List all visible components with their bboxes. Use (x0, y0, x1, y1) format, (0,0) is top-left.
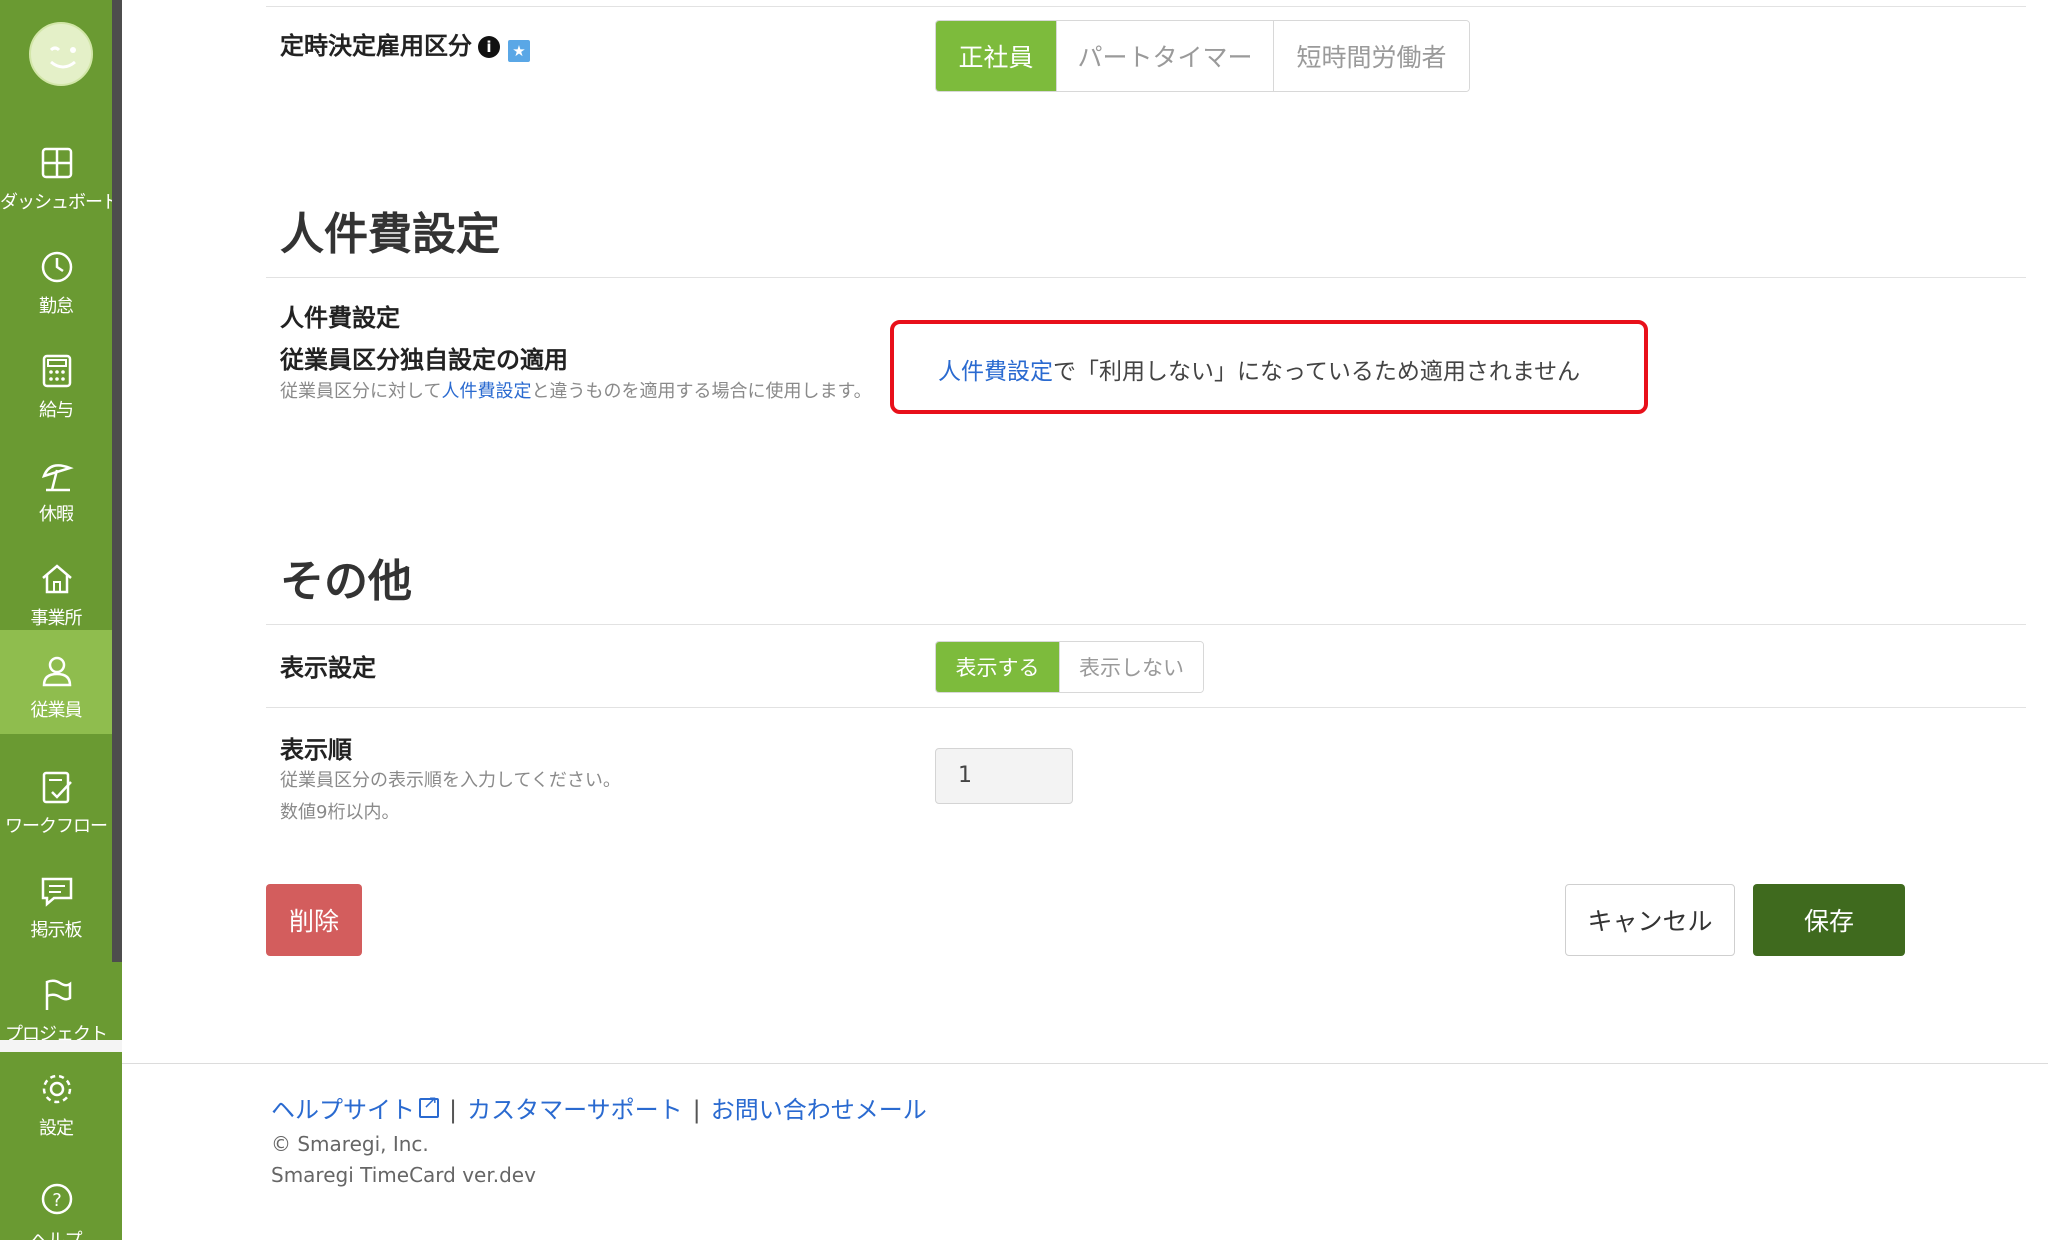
customer-support-link[interactable]: カスタマーサポート (467, 1096, 683, 1124)
sidebar-item-label: ダッシュボード (0, 192, 120, 213)
fixed-employment-toggle: 正社員 パートタイマー 短時間労働者 (935, 20, 1470, 92)
display-order-help-2: 数値9桁以内。 (280, 802, 400, 823)
sidebar-item-attendance[interactable]: 勤怠 (0, 226, 112, 330)
option-short-time-worker[interactable]: 短時間労働者 (1273, 21, 1469, 91)
sidebar-item-vacation[interactable]: 休暇 (0, 434, 112, 538)
labor-cost-apply-label: 従業員区分独自設定の適用 (280, 346, 568, 374)
notice-labor-cost-link[interactable]: 人件費設定 (938, 359, 1053, 385)
parasol-icon (41, 464, 74, 492)
divider (266, 624, 2026, 625)
display-order-input[interactable]: 1 (935, 748, 1073, 804)
option-show[interactable]: 表示する (936, 642, 1059, 692)
copyright-text: © Smaregi, Inc. (271, 1132, 429, 1156)
sidebar-bottom: 設定 ? ヘルプ (0, 1052, 122, 1251)
app-logo[interactable] (29, 22, 93, 86)
cancel-button[interactable]: キャンセル (1565, 884, 1735, 956)
sidebar-item-settings[interactable]: 設定 (0, 1052, 112, 1156)
sidebar-item-office[interactable]: 事業所 (0, 538, 112, 642)
not-applied-notice: 人件費設定で「利用しない」になっているため適用されません (890, 320, 1648, 414)
divider (266, 707, 2026, 708)
save-button[interactable]: 保存 (1753, 884, 1905, 956)
star-icon: ★ (508, 40, 530, 62)
sidebar-item-label: 設定 (39, 1118, 74, 1139)
gear-icon (42, 1074, 72, 1104)
option-part-timer[interactable]: パートタイマー (1056, 21, 1273, 91)
clipboard-check-icon (42, 771, 72, 804)
help-text-prefix: 従業員区分に対して (280, 381, 442, 402)
version-text: Smaregi TimeCard ver.dev (271, 1163, 536, 1187)
option-regular-employee[interactable]: 正社員 (936, 21, 1056, 91)
sidebar-scrollbar[interactable] (112, 0, 122, 962)
dashboard-icon (41, 147, 73, 179)
display-setting-toggle: 表示する 表示しない (935, 641, 1204, 693)
sidebar-item-label: 勤怠 (39, 296, 74, 317)
labor-cost-field-label: 人件費設定 (280, 304, 400, 332)
sidebar-divider (0, 1040, 122, 1052)
labor-cost-help: 従業員区分に対して人件費設定と違うものを適用する場合に使用します。 (280, 376, 880, 408)
home-icon (42, 564, 72, 594)
sidebar-item-help[interactable]: ? ヘルプ (0, 1156, 112, 1260)
clock-icon (41, 251, 73, 283)
sidebar-item-label: 給与 (39, 400, 74, 421)
sidebar-item-dashboard[interactable]: ダッシュボード (0, 122, 120, 226)
footer-copyright: © Smaregi, Inc. Smaregi TimeCard ver.dev (271, 1129, 536, 1191)
svg-text:?: ? (52, 1190, 62, 1211)
fixed-employment-label: 定時決定雇用区分 i ★ (280, 26, 530, 62)
main-content: 定時決定雇用区分 i ★ 正社員 パートタイマー 短時間労働者 人件費設定 人件費設… (122, 0, 2048, 1240)
chat-icon (41, 877, 73, 907)
display-order-help-1: 従業員区分の表示順を入力してください。 (280, 770, 621, 791)
calculator-icon (42, 354, 72, 388)
help-icon: ? (41, 1183, 73, 1215)
notice-message: で「利用しない」になっているため適用されません (1053, 359, 1581, 385)
sidebar-item-workflow[interactable]: ワークフロー (0, 746, 112, 850)
divider (266, 6, 2026, 7)
footer-separator: | (692, 1096, 701, 1124)
footer-divider (122, 1063, 2048, 1064)
person-icon (42, 656, 72, 687)
sidebar-item-label: 従業員 (30, 700, 83, 721)
sidebar: ダッシュボード 勤怠 給与 休暇 事業所 従業員 ワークフロー 掲示板 プロジェ… (0, 0, 122, 1251)
notice-text: 人件費設定で「利用しない」になっているため適用されません (938, 352, 1580, 386)
sidebar-item-label: 休暇 (39, 504, 74, 525)
sidebar-item-label: ヘルプ (30, 1230, 83, 1251)
help-site-link[interactable]: ヘルプサイト (271, 1096, 415, 1124)
sidebar-item-payroll[interactable]: 給与 (0, 330, 112, 434)
sidebar-item-label: ワークフロー (5, 816, 108, 837)
labor-cost-settings-link[interactable]: 人件費設定 (441, 381, 531, 402)
external-link-icon (419, 1092, 439, 1118)
display-setting-label: 表示設定 (280, 654, 376, 682)
sidebar-item-board[interactable]: 掲示板 (0, 850, 112, 954)
contact-mail-link[interactable]: お問い合わせメール (711, 1096, 927, 1124)
divider (266, 277, 2026, 278)
sidebar-item-label: 掲示板 (30, 920, 83, 941)
section-title-other: その他 (280, 556, 412, 607)
sidebar-item-employees[interactable]: 従業員 (0, 630, 112, 734)
fixed-employment-label-text: 定時決定雇用区分 (280, 32, 472, 60)
footer-separator: | (449, 1096, 458, 1124)
display-order-label: 表示順 (280, 736, 352, 764)
section-title-labor-cost: 人件費設定 (280, 209, 500, 260)
help-text-suffix: と違うものを適用する場合に使用します。 (531, 381, 872, 402)
info-icon[interactable]: i (478, 36, 500, 58)
footer-links: ヘルプサイト | カスタマーサポート | お問い合わせメール (271, 1090, 927, 1125)
delete-button[interactable]: 削除 (266, 884, 362, 956)
sidebar-item-label: 事業所 (30, 608, 83, 629)
flag-icon (45, 979, 72, 1010)
option-hide[interactable]: 表示しない (1059, 642, 1203, 692)
